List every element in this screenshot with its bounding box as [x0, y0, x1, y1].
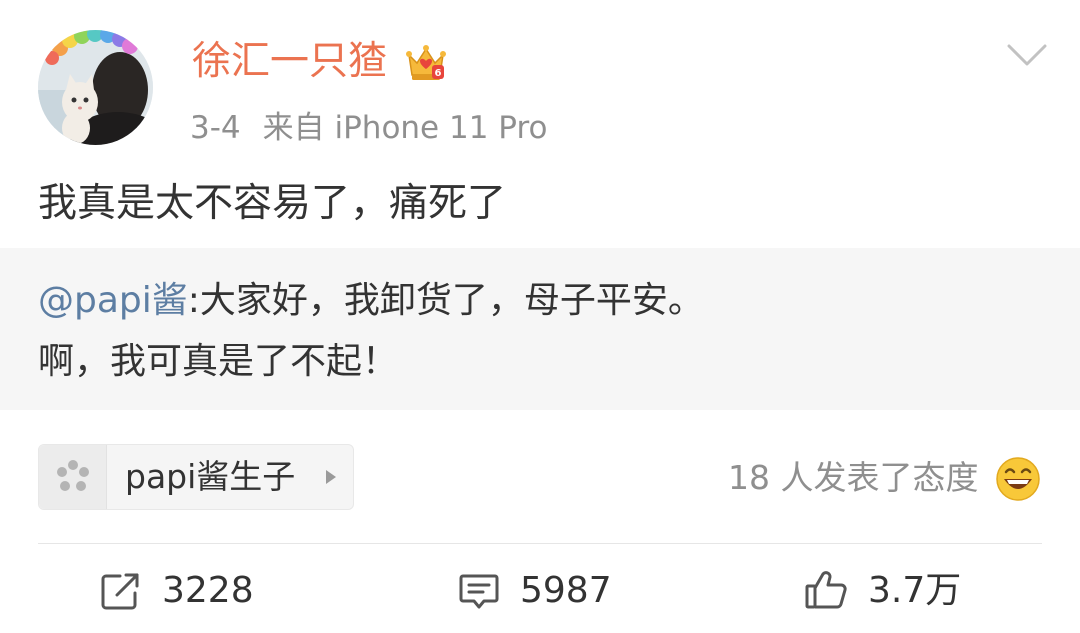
thumbs-up-icon: [805, 571, 847, 609]
divider: [38, 543, 1042, 544]
repost-count: 3228: [162, 570, 254, 611]
comment-icon: [459, 574, 499, 609]
avatar[interactable]: [38, 30, 153, 145]
comment-button[interactable]: 5987: [458, 566, 678, 616]
author-name[interactable]: 徐汇一只猹: [192, 38, 387, 86]
post-time: 3-4: [190, 110, 241, 146]
grinning-emoji-icon[interactable]: [994, 455, 1042, 503]
like-count: 3.7万: [868, 570, 962, 611]
super-topic-icon: [39, 445, 107, 509]
quoted-post-line-1: @papi酱:大家好，我卸货了，母子平安。: [38, 276, 704, 326]
crown-badge-icon[interactable]: 6: [404, 41, 448, 85]
reactions-summary[interactable]: 18 人发表了态度: [728, 455, 978, 501]
comment-count: 5987: [520, 570, 612, 611]
quoted-post-line-2: 啊，我可真是了不起！: [38, 341, 399, 382]
topic-card[interactable]: papi酱生子: [38, 444, 354, 510]
repost-icon: [101, 573, 139, 610]
caret-right-icon: [324, 468, 338, 486]
post-meta: 3-4 来自 iPhone 11 Pro: [190, 108, 547, 148]
svg-text:6: 6: [435, 68, 442, 79]
repost-button[interactable]: 3228: [100, 566, 320, 616]
post-source: 来自 iPhone 11 Pro: [262, 110, 548, 146]
like-button[interactable]: 3.7万: [804, 566, 1034, 616]
mention-link[interactable]: @papi酱: [38, 280, 188, 321]
post-text: 我真是太不容易了，痛死了: [38, 181, 507, 226]
chevron-down-icon[interactable]: [1005, 40, 1049, 70]
topic-label: papi酱生子: [125, 457, 296, 496]
quoted-text-1: :大家好，我卸货了，母子平安。: [187, 280, 704, 321]
